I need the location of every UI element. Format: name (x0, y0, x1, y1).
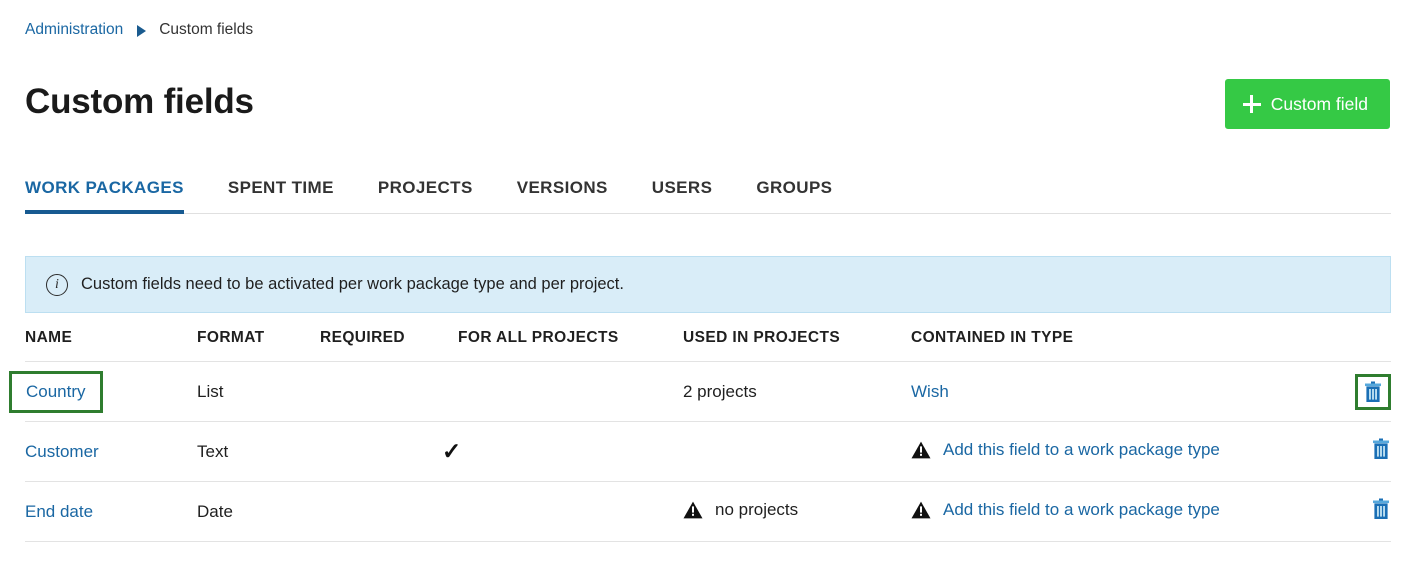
cell-name: End date (25, 482, 197, 542)
tab-groups[interactable]: GROUPS (756, 178, 832, 213)
custom-field-link-country[interactable]: Country (26, 382, 86, 401)
required-check-icon: ✓ (442, 440, 461, 463)
cell-required (320, 482, 458, 542)
cell-format: Date (197, 482, 320, 542)
annotation-highlight-name: Country (9, 371, 103, 413)
column-header-format: FORMAT (197, 329, 320, 362)
breadcrumb-link-administration[interactable]: Administration (25, 20, 123, 40)
cell-required: ✓ (320, 422, 458, 482)
info-banner-text: Custom fields need to be activated per w… (81, 275, 624, 294)
column-header-actions (1331, 329, 1391, 362)
delete-custom-field-button[interactable] (1371, 438, 1391, 460)
plus-icon (1243, 95, 1261, 113)
used-in-projects-warning-group: no projects (683, 500, 798, 520)
contained-type-warning-group: Add this field to a work package type (911, 500, 1220, 520)
tab-users[interactable]: USERS (652, 178, 713, 213)
column-header-contained-in-type: CONTAINED IN TYPE (911, 329, 1331, 362)
cell-actions (1331, 422, 1391, 482)
warning-triangle-icon (911, 441, 931, 459)
cell-format: Text (197, 422, 320, 482)
breadcrumb: Administration Custom fields (25, 20, 253, 40)
column-header-required: REQUIRED (320, 329, 458, 362)
tab-work-packages[interactable]: WORK PACKAGES (25, 178, 184, 213)
info-circle-icon: i (46, 274, 68, 296)
page-title: Custom fields (25, 79, 254, 125)
tab-projects[interactable]: PROJECTS (378, 178, 473, 213)
cell-used-in-projects: no projects (683, 482, 911, 542)
delete-custom-field-button[interactable] (1371, 498, 1391, 520)
warning-triangle-icon (683, 501, 703, 519)
table-row: End date Date no projects (25, 482, 1391, 542)
tab-spent-time[interactable]: SPENT TIME (228, 178, 334, 213)
used-in-projects-value: no projects (715, 500, 798, 520)
used-in-projects-value: 2 projects (683, 382, 757, 401)
custom-field-link-end-date[interactable]: End date (25, 502, 93, 521)
cell-name: Country (25, 362, 197, 422)
contained-type-warning-group: Add this field to a work package type (911, 440, 1220, 460)
table-row: Customer Text ✓ Add this field t (25, 422, 1391, 482)
custom-fields-table: NAME FORMAT REQUIRED FOR ALL PROJECTS US… (25, 329, 1391, 542)
add-field-to-type-link[interactable]: Add this field to a work package type (943, 440, 1220, 460)
breadcrumb-current: Custom fields (159, 20, 253, 40)
cell-actions (1331, 362, 1391, 422)
annotation-highlight-delete (1355, 374, 1391, 410)
cell-format: List (197, 362, 320, 422)
trash-icon (1371, 498, 1391, 520)
cell-for-all-projects (458, 422, 683, 482)
add-field-to-type-link[interactable]: Add this field to a work package type (943, 500, 1220, 520)
cell-contained-in-type: Add this field to a work package type (911, 482, 1331, 542)
trash-icon (1371, 438, 1391, 460)
cell-required (320, 362, 458, 422)
cell-name: Customer (25, 422, 197, 482)
triangle-right-icon (137, 25, 146, 37)
cell-used-in-projects: 2 projects (683, 362, 911, 422)
custom-field-link-customer[interactable]: Customer (25, 442, 99, 461)
table-row: Country List 2 projects Wish (25, 362, 1391, 422)
column-header-name: NAME (25, 329, 197, 362)
tab-versions[interactable]: VERSIONS (517, 178, 608, 213)
add-custom-field-button[interactable]: Custom field (1225, 79, 1390, 129)
add-custom-field-label: Custom field (1271, 94, 1368, 115)
delete-custom-field-button[interactable] (1363, 381, 1383, 403)
cell-contained-in-type: Wish (911, 362, 1331, 422)
cell-used-in-projects (683, 422, 911, 482)
table-header-row: NAME FORMAT REQUIRED FOR ALL PROJECTS US… (25, 329, 1391, 362)
contained-type-link-wish[interactable]: Wish (911, 382, 949, 401)
cell-actions (1331, 482, 1391, 542)
column-header-for-all-projects: FOR ALL PROJECTS (458, 329, 683, 362)
cell-for-all-projects (458, 482, 683, 542)
trash-icon (1363, 381, 1383, 403)
column-header-used-in-projects: USED IN PROJECTS (683, 329, 911, 362)
info-banner: i Custom fields need to be activated per… (25, 256, 1391, 313)
cell-for-all-projects (458, 362, 683, 422)
cell-contained-in-type: Add this field to a work package type (911, 422, 1331, 482)
warning-triangle-icon (911, 501, 931, 519)
tab-bar: WORK PACKAGES SPENT TIME PROJECTS VERSIO… (25, 160, 1391, 214)
